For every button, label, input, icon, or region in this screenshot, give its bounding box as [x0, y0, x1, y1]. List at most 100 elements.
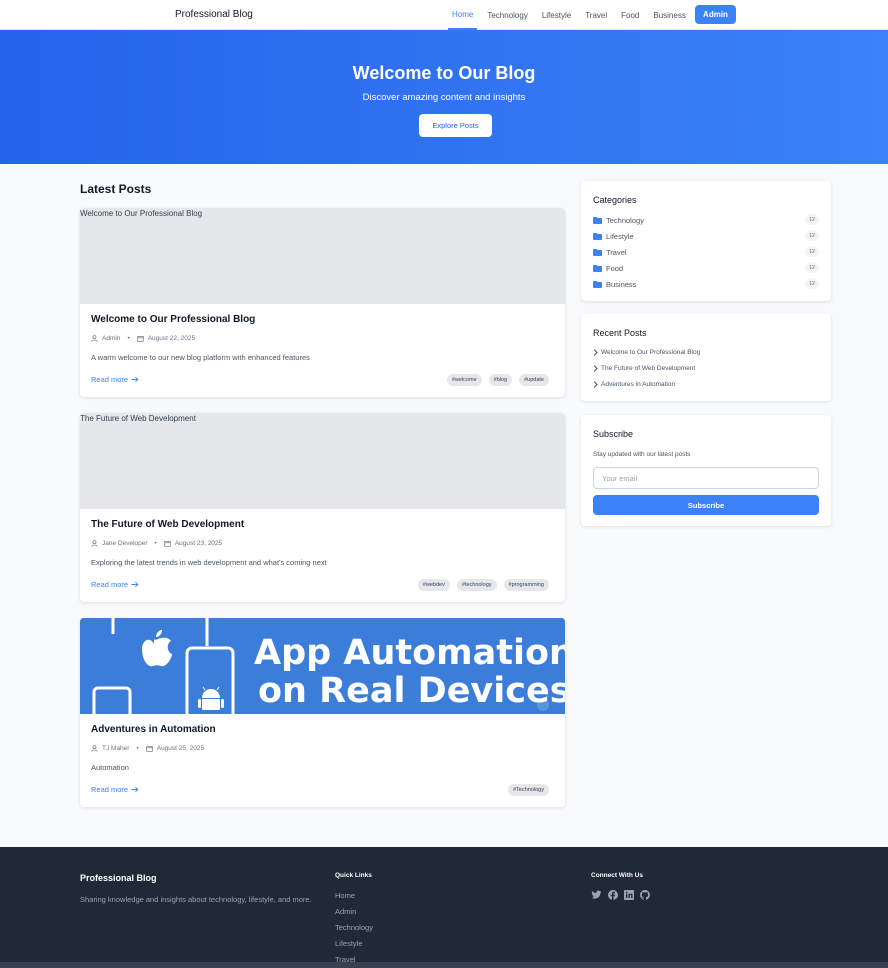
github-icon[interactable] [640, 890, 650, 900]
category-count: 12 [805, 230, 819, 241]
tag[interactable]: #welcome [446, 374, 482, 386]
footer-link-home[interactable]: Home [335, 891, 355, 900]
tag[interactable]: #technology [456, 579, 497, 591]
post-card: Welcome to Our Professional Blog Welcome… [80, 208, 565, 397]
folder-icon [593, 280, 602, 288]
folder-icon [593, 248, 602, 256]
hero-subtitle: Discover amazing content and insights [362, 92, 526, 103]
category-item-business[interactable]: Business 12 [593, 278, 819, 290]
read-more-label: Read more [91, 375, 129, 384]
folder-icon [593, 232, 602, 240]
category-label: Travel [606, 247, 627, 257]
latest-posts-heading: Latest Posts [80, 182, 152, 196]
recent-post-label: Welcome to Our Professional Blog [601, 349, 701, 356]
hero-title: Welcome to Our Blog [352, 63, 536, 83]
banner-text-line1: App Automation [254, 633, 565, 673]
top-navbar: Professional Blog Home Technology Lifest… [0, 0, 888, 30]
user-icon [91, 745, 98, 752]
meta-separator: • [127, 335, 130, 342]
post-meta: TJ Maher • August 25, 2025 [91, 745, 204, 752]
post-excerpt: Exploring the latest trends in web devel… [91, 558, 327, 567]
post-title[interactable]: Adventures in Automation [91, 724, 216, 735]
arrow-right-icon [131, 581, 139, 588]
chevron-right-icon [593, 365, 598, 372]
post-date: August 23, 2025 [174, 540, 223, 547]
recent-post-link[interactable]: The Future of Web Development [593, 365, 695, 372]
post-image[interactable]: App Automation on Real Devices [80, 618, 565, 714]
read-more-label: Read more [91, 785, 129, 794]
read-more-link[interactable]: Read more [91, 785, 139, 794]
calendar-icon [164, 541, 171, 547]
subscribe-button[interactable]: Subscribe [593, 495, 819, 515]
nav-link-food[interactable]: Food [614, 0, 646, 30]
recent-post-link[interactable]: Adventures in Automation [593, 381, 675, 388]
post-excerpt: A warm welcome to our new blog platform … [91, 353, 310, 362]
post-card: The Future of Web Development The Future… [80, 413, 565, 602]
category-count: 12 [805, 246, 819, 257]
categories-panel: Categories Technology 12 Lifestyle 12 Tr… [581, 181, 831, 301]
category-item-travel[interactable]: Travel 12 [593, 246, 819, 258]
category-count: 12 [805, 214, 819, 225]
recent-post-link[interactable]: Welcome to Our Professional Blog [593, 349, 700, 356]
read-more-link[interactable]: Read more [91, 580, 139, 589]
recent-post-label: Adventures in Automation [601, 381, 676, 388]
social-links [591, 890, 650, 900]
read-more-link[interactable]: Read more [91, 375, 139, 384]
calendar-icon [137, 336, 144, 342]
user-icon [91, 335, 98, 342]
admin-button[interactable]: Admin [695, 5, 736, 24]
category-item-technology[interactable]: Technology 12 [593, 214, 819, 226]
hero-banner: Welcome to Our Blog Discover amazing con… [0, 30, 888, 164]
tag[interactable]: #blog [488, 374, 513, 386]
email-field[interactable] [593, 467, 819, 489]
category-label: Business [606, 279, 637, 289]
app-automation-banner: App Automation on Real Devices [80, 618, 565, 714]
twitter-icon[interactable] [591, 890, 602, 900]
subscribe-text: Stay updated with our latest posts [593, 451, 691, 458]
post-image[interactable]: The Future of Web Development [80, 413, 565, 509]
post-tags: #welcome #blog #update [446, 374, 549, 386]
post-author: TJ Maher [102, 745, 130, 752]
tag[interactable]: #update [519, 374, 549, 386]
nav-link-lifestyle[interactable]: Lifestyle [535, 0, 578, 30]
nav-link-home[interactable]: Home [448, 0, 478, 30]
footer-link-technology[interactable]: Technology [335, 923, 373, 932]
category-count: 12 [805, 278, 819, 289]
arrow-right-icon [131, 376, 139, 383]
footer-link-lifestyle[interactable]: Lifestyle [335, 939, 363, 948]
post-title[interactable]: Welcome to Our Professional Blog [91, 314, 255, 325]
category-item-food[interactable]: Food 12 [593, 262, 819, 274]
recent-post-label: The Future of Web Development [601, 365, 696, 372]
tag[interactable]: #Technology [508, 784, 549, 796]
facebook-icon[interactable] [608, 890, 618, 900]
category-label: Food [606, 263, 624, 273]
post-image[interactable]: Welcome to Our Professional Blog [80, 208, 565, 304]
site-brand[interactable]: Professional Blog [175, 9, 253, 20]
nav-links: Home Technology Lifestyle Travel Food Bu… [448, 0, 693, 30]
footer-brand: Professional Blog [80, 873, 157, 883]
folder-icon [593, 216, 602, 224]
nav-link-business[interactable]: Business [646, 0, 692, 30]
connect-heading: Connect With Us [591, 872, 643, 879]
footer-link-admin[interactable]: Admin [335, 907, 356, 916]
calendar-icon [146, 746, 153, 752]
linkedin-icon[interactable] [624, 890, 634, 900]
tag[interactable]: #webdev [417, 579, 450, 591]
category-label: Technology [606, 215, 644, 225]
post-date: August 25, 2025 [156, 745, 205, 752]
folder-icon [593, 264, 602, 272]
post-title[interactable]: The Future of Web Development [91, 519, 244, 530]
categories-title: Categories [593, 195, 637, 205]
post-tags: #Technology [508, 784, 549, 796]
nav-link-travel[interactable]: Travel [578, 0, 614, 30]
site-footer: Professional Blog Sharing knowledge and … [0, 847, 888, 968]
category-item-lifestyle[interactable]: Lifestyle 12 [593, 230, 819, 242]
nav-link-technology[interactable]: Technology [480, 0, 534, 30]
post-image-alt: The Future of Web Development [80, 414, 196, 423]
tag[interactable]: #programming [503, 579, 549, 591]
post-tags: #webdev #technology #programming [417, 579, 549, 591]
footer-scrollbar [0, 962, 888, 968]
explore-posts-button[interactable]: Explore Posts [419, 114, 492, 137]
post-card: App Automation on Real Devices Adventure… [80, 618, 565, 807]
quick-links-heading: Quick Links [335, 872, 372, 879]
